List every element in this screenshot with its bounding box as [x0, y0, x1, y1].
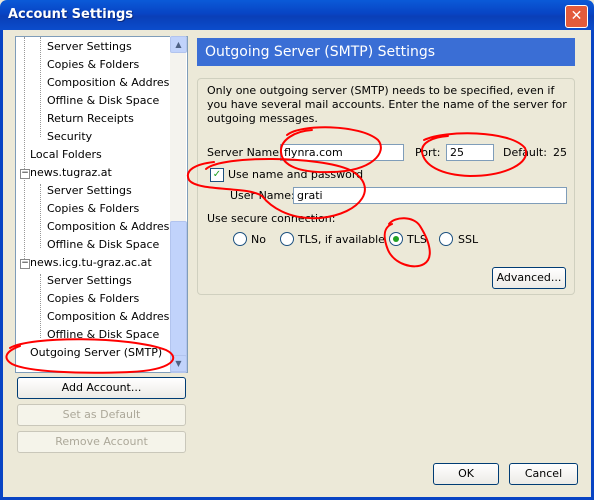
tree-item-offline-disk[interactable]: Offline & Disk Space — [47, 92, 159, 110]
scroll-down-icon[interactable]: ▼ — [170, 355, 187, 372]
tree-guide-line — [40, 184, 41, 248]
tree-guide-line — [40, 37, 41, 137]
default-port-value: 25 — [553, 146, 567, 159]
tree-item-copies-folders[interactable]: Copies & Folders — [47, 290, 139, 308]
tree-item-copies-folders[interactable]: Copies & Folders — [47, 200, 139, 218]
remove-account-button[interactable]: Remove Account — [17, 431, 186, 453]
tree-item-outgoing-server[interactable]: Outgoing Server (SMTP) — [30, 344, 162, 362]
tree-item-copies-folders[interactable]: Copies & Folders — [47, 56, 139, 74]
tree-item-return-receipts[interactable]: Return Receipts — [47, 110, 134, 128]
advanced-button[interactable]: Advanced... — [492, 267, 566, 289]
user-name-label: User Name: — [230, 189, 295, 202]
collapse-icon[interactable]: − — [20, 169, 30, 179]
radio-tls-label[interactable]: TLS — [407, 233, 427, 246]
window-title: Account Settings — [8, 7, 134, 22]
radio-no[interactable] — [233, 232, 247, 246]
tree-item-offline-disk[interactable]: Offline & Disk Space — [47, 326, 159, 344]
title-bar[interactable]: Account Settings ✕ — [0, 0, 594, 30]
tree-item-server-settings[interactable]: Server Settings — [47, 182, 132, 200]
scroll-up-icon[interactable]: ▲ — [170, 36, 187, 53]
tree-item-server-settings[interactable]: Server Settings — [47, 38, 132, 56]
radio-tls-if-available-label[interactable]: TLS, if available — [298, 233, 385, 246]
use-auth-checkbox[interactable]: ✓ — [210, 168, 224, 182]
secure-connection-label: Use secure connection: — [207, 212, 336, 225]
collapse-icon[interactable]: − — [20, 259, 30, 269]
tree-item-local-folders[interactable]: Local Folders — [30, 146, 102, 164]
window-frame-left — [0, 30, 3, 500]
port-label: Port: — [415, 146, 441, 159]
account-tree[interactable]: Server Settings Copies & Folders Composi… — [15, 36, 188, 373]
radio-ssl-label[interactable]: SSL — [458, 233, 478, 246]
radio-no-label[interactable]: No — [251, 233, 266, 246]
tree-item-security[interactable]: Security — [47, 128, 92, 146]
tree-item-offline-disk[interactable]: Offline & Disk Space — [47, 236, 159, 254]
radio-tls[interactable] — [389, 232, 403, 246]
radio-ssl[interactable] — [439, 232, 453, 246]
set-default-button[interactable]: Set as Default — [17, 404, 186, 426]
server-name-label: Server Name: — [207, 146, 283, 159]
tree-item-composition[interactable]: Composition & Addres… — [47, 308, 180, 326]
tree-guide-line — [40, 274, 41, 338]
add-account-button[interactable]: Add Account... — [17, 377, 186, 399]
account-settings-window: Account Settings ✕ Server Settings Copie… — [0, 0, 594, 500]
default-port-label: Default: — [503, 146, 547, 159]
tree-scrollbar[interactable]: ▲ ▼ — [170, 36, 187, 373]
tree-item-composition[interactable]: Composition & Addres… — [47, 218, 180, 236]
tree-guide-line — [24, 37, 25, 265]
use-auth-label[interactable]: Use name and password — [228, 168, 363, 181]
user-name-input[interactable]: grati — [293, 187, 567, 204]
tree-item-news-tugraz[interactable]: news.tugraz.at — [30, 164, 112, 182]
tree-item-news-icg[interactable]: news.icg.tu-graz.ac.at — [30, 254, 152, 272]
radio-selected-dot — [393, 236, 399, 242]
port-input[interactable]: 25 — [446, 144, 494, 161]
server-name-input[interactable]: flynra.com — [280, 144, 404, 161]
tree-item-server-settings[interactable]: Server Settings — [47, 272, 132, 290]
scroll-thumb[interactable] — [170, 221, 187, 373]
radio-tls-if-available[interactable] — [280, 232, 294, 246]
cancel-button[interactable]: Cancel — [509, 463, 578, 485]
page-title: Outgoing Server (SMTP) Settings — [197, 38, 575, 66]
ok-button[interactable]: OK — [433, 463, 499, 485]
tree-item-composition[interactable]: Composition & Addres… — [47, 74, 180, 92]
smtp-description: Only one outgoing server (SMTP) needs to… — [207, 84, 567, 125]
close-icon[interactable]: ✕ — [565, 5, 588, 28]
